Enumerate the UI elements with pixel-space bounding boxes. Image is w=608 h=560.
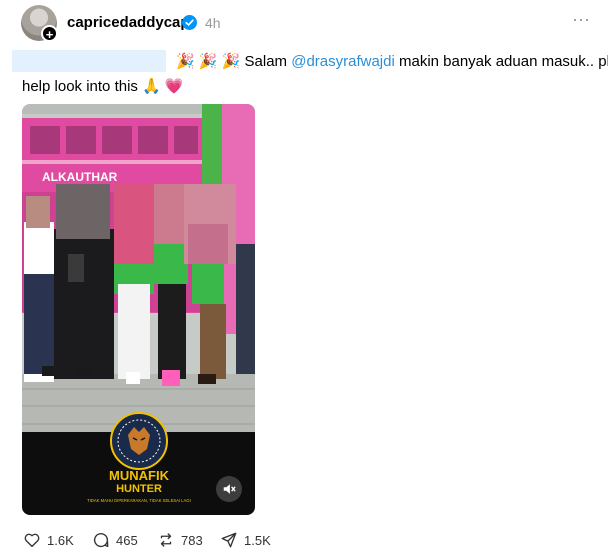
- username[interactable]: capricedaddycap: [67, 14, 190, 31]
- redacted-text-block: [12, 50, 166, 72]
- like-button[interactable]: 1.6K: [23, 530, 74, 550]
- share-count: 1.5K: [244, 532, 271, 548]
- repost-icon: [160, 533, 172, 547]
- speaker-muted-icon: [223, 484, 236, 494]
- post-time: 4h: [205, 15, 221, 31]
- storefront-sign: ALKAUTHAR: [42, 170, 118, 184]
- brand-title: MUNAFIK: [109, 468, 170, 483]
- post-text-prefix: 🎉 🎉 🎉 Salam: [176, 53, 292, 70]
- post-video[interactable]: ALKAUTHAR MUNAFIK HUNTER TIDAK MAHU DIPE…: [22, 104, 255, 515]
- follow-plus-icon[interactable]: +: [41, 25, 58, 42]
- reply-button[interactable]: 465: [92, 530, 138, 550]
- post-text-suffix: makin banyak aduan masuk.. pls: [394, 53, 608, 70]
- blurred-people: [24, 184, 255, 386]
- like-count: 1.6K: [47, 532, 74, 548]
- brand-tagline: TIDAK MAHU DIPERKARAKAN, TIDAK SELESAI L…: [87, 498, 191, 503]
- brand-subtitle: HUNTER: [116, 483, 162, 495]
- more-options-icon[interactable]: ⋯: [572, 10, 591, 31]
- post-text-line1: 🎉 🎉 🎉 Salam @drasyrafwajdi makin banyak …: [176, 52, 608, 70]
- mute-button[interactable]: [216, 476, 242, 502]
- reply-count: 465: [116, 532, 138, 548]
- share-button[interactable]: 1.5K: [220, 530, 271, 550]
- verified-badge-icon: [182, 15, 197, 30]
- send-icon: [221, 532, 237, 548]
- repost-count: 783: [181, 532, 203, 548]
- mention-link[interactable]: @drasyrafwajdi: [291, 53, 395, 70]
- repost-button[interactable]: 783: [157, 530, 203, 550]
- post-text-line2: help look into this 🙏 💗: [22, 78, 184, 95]
- comment-icon: [93, 533, 109, 548]
- heart-icon: [24, 533, 40, 548]
